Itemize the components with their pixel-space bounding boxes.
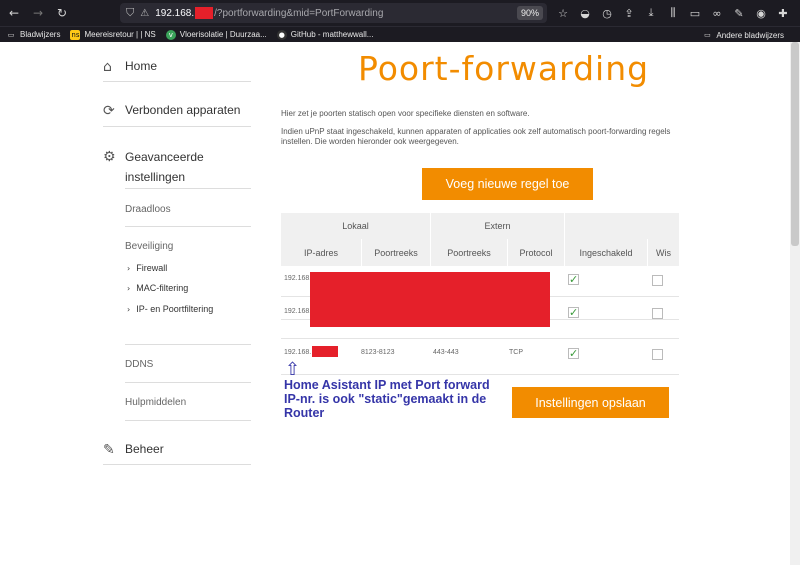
row-divider bbox=[281, 374, 679, 375]
add-rule-button[interactable]: Voeg nieuwe regel toe bbox=[422, 168, 593, 200]
shield-icon[interactable]: ⛉ bbox=[126, 6, 134, 20]
history-icon[interactable]: ◷ bbox=[596, 7, 618, 20]
col-protocol: Protocol bbox=[508, 239, 564, 266]
url-path: /?portforwarding&mid=PortForwarding bbox=[214, 7, 384, 19]
page-title: Poort-forwarding bbox=[358, 49, 650, 88]
col-ip: IP-adres bbox=[281, 239, 361, 266]
pencil-icon: ✎ bbox=[103, 442, 115, 458]
row1-delete-checkbox[interactable] bbox=[652, 275, 663, 286]
row1-enabled-checkbox[interactable]: ✓ bbox=[568, 274, 579, 285]
account-icon[interactable]: ◉ bbox=[750, 7, 772, 20]
url-redaction bbox=[195, 7, 214, 19]
header-local: Lokaal bbox=[281, 213, 430, 239]
save-settings-button[interactable]: Instellingen opslaan bbox=[512, 387, 669, 418]
folder-icon: ▭ bbox=[704, 31, 711, 39]
divider bbox=[125, 188, 251, 189]
toolbar-actions: ☆ ◒ ◷ ⇪ ⤓ ⫼ ▭ ∞ ✎ ◉ ✚ ≡ bbox=[552, 0, 800, 26]
pocket-icon[interactable]: ◒ bbox=[574, 7, 596, 20]
page-info-icon[interactable]: ⚠ bbox=[140, 8, 149, 19]
reload-icon[interactable]: ↻ bbox=[50, 6, 74, 20]
bookmark-github[interactable]: ● GitHub - matthewwall... bbox=[276, 29, 373, 40]
bookmarks-bar: ▭ Bladwijzers ns Meereisretour | | NS v … bbox=[0, 26, 800, 42]
forward-icon[interactable]: → bbox=[26, 6, 50, 20]
arrow-up-icon: ⇧ bbox=[285, 359, 301, 380]
sidebar-item-wireless[interactable]: Draadloos bbox=[125, 204, 171, 215]
github-icon: ● bbox=[276, 29, 287, 40]
zoom-level[interactable]: 90% bbox=[516, 6, 543, 20]
row-divider bbox=[281, 338, 679, 339]
sidebar-item-home[interactable]: ⌂ Home bbox=[103, 59, 157, 75]
redaction-block bbox=[312, 346, 338, 357]
sidebar-item-advanced[interactable]: ⚙ Geavanceerde instellingen bbox=[103, 147, 204, 187]
redaction-block bbox=[310, 272, 550, 327]
row3-protocol: TCP bbox=[509, 349, 523, 356]
row3-local-ports: 8123-8123 bbox=[361, 349, 395, 356]
row2-delete-checkbox[interactable] bbox=[652, 308, 663, 319]
scrollbar-thumb[interactable] bbox=[791, 42, 799, 246]
row3-ip: 192.168. bbox=[284, 349, 312, 356]
page-content: ⌂ Home ⟳ Verbonden apparaten ⚙ Geavancee… bbox=[0, 42, 800, 565]
divider bbox=[103, 81, 251, 82]
row1-ip: 192.168. bbox=[284, 275, 312, 282]
sidebar-item-mac[interactable]: › MAC-filtering bbox=[127, 283, 188, 293]
divider bbox=[125, 226, 251, 227]
address-bar[interactable]: ⛉ ⚠ 192.168. /?portforwarding&mid=PortFo… bbox=[120, 3, 547, 23]
col-delete: Wis bbox=[648, 239, 679, 266]
gear-icon: ⚙ bbox=[103, 149, 116, 165]
glasses-icon[interactable]: ∞ bbox=[706, 7, 728, 20]
divider bbox=[125, 420, 251, 421]
chevron-right-icon: › bbox=[127, 284, 131, 293]
extensions-icon[interactable]: ✚ bbox=[772, 7, 794, 20]
devices-icon: ⟳ bbox=[103, 103, 115, 119]
sidebar-item-manage[interactable]: ✎ Beheer bbox=[103, 442, 164, 458]
folder-icon: ▭ bbox=[7, 30, 15, 39]
url-host: 192.168. bbox=[155, 7, 195, 19]
home-icon: ⌂ bbox=[103, 59, 112, 75]
bookmark-folder[interactable]: ▭ Bladwijzers bbox=[6, 30, 61, 40]
sidebar-item-firewall[interactable]: › Firewall bbox=[127, 263, 167, 273]
divider bbox=[103, 464, 251, 465]
row3-extern-ports: 443-443 bbox=[433, 349, 459, 356]
divider bbox=[125, 382, 251, 383]
sidebar-item-ddns[interactable]: DDNS bbox=[125, 359, 153, 370]
row3-enabled-checkbox[interactable]: ✓ bbox=[568, 348, 579, 359]
sidebar-item-security[interactable]: Beveiliging bbox=[125, 241, 173, 252]
sidebar-item-tools[interactable]: Hulpmiddelen bbox=[125, 397, 186, 408]
divider bbox=[103, 126, 251, 127]
reader-icon[interactable]: ▭ bbox=[684, 7, 706, 20]
bookmark-star-icon[interactable]: ☆ bbox=[552, 7, 574, 20]
bookmark-ns[interactable]: ns Meereisretour | | NS bbox=[70, 29, 156, 40]
row3-delete-checkbox[interactable] bbox=[652, 349, 663, 360]
menu-icon[interactable]: ≡ bbox=[794, 7, 800, 20]
col-extern-ports: Poortreeks bbox=[431, 239, 507, 266]
header-extern: Extern bbox=[431, 213, 564, 239]
annotation-text: Home Asistant IP met Port forward IP-nr.… bbox=[284, 378, 490, 420]
row2-ip: 192.168. bbox=[284, 308, 312, 315]
header-blank bbox=[565, 213, 679, 239]
bookmark-vloerisolatie[interactable]: v Vloerisolatie | Duurzaa... bbox=[165, 29, 267, 40]
chevron-right-icon: › bbox=[127, 305, 131, 314]
library-icon[interactable]: ⫼ bbox=[662, 6, 684, 20]
col-local-ports: Poortreeks bbox=[362, 239, 430, 266]
sidebar-item-ipport[interactable]: › IP- en Poortfiltering bbox=[127, 304, 213, 314]
extension-icon[interactable]: ✎ bbox=[728, 7, 750, 20]
intro-text: Hier zet je poorten statisch open voor s… bbox=[281, 109, 530, 118]
row2-enabled-checkbox[interactable]: ✓ bbox=[568, 307, 579, 318]
other-bookmarks[interactable]: ▭ Andere bladwijzers bbox=[702, 30, 784, 40]
sidebar-item-connected[interactable]: ⟳ Verbonden apparaten bbox=[103, 103, 240, 119]
ns-icon: ns bbox=[70, 29, 81, 40]
back-icon[interactable]: ← bbox=[2, 6, 26, 20]
leaf-icon: v bbox=[165, 29, 176, 40]
chevron-right-icon: › bbox=[127, 264, 131, 273]
col-enabled: Ingeschakeld bbox=[565, 239, 647, 266]
divider bbox=[125, 344, 251, 345]
save-page-icon[interactable]: ⇪ bbox=[618, 7, 640, 20]
download-icon[interactable]: ⤓ bbox=[640, 6, 662, 20]
upnp-text: Indien uPnP staat ingeschakeld, kunnen a… bbox=[281, 127, 671, 146]
page-scrollbar[interactable] bbox=[790, 42, 800, 565]
